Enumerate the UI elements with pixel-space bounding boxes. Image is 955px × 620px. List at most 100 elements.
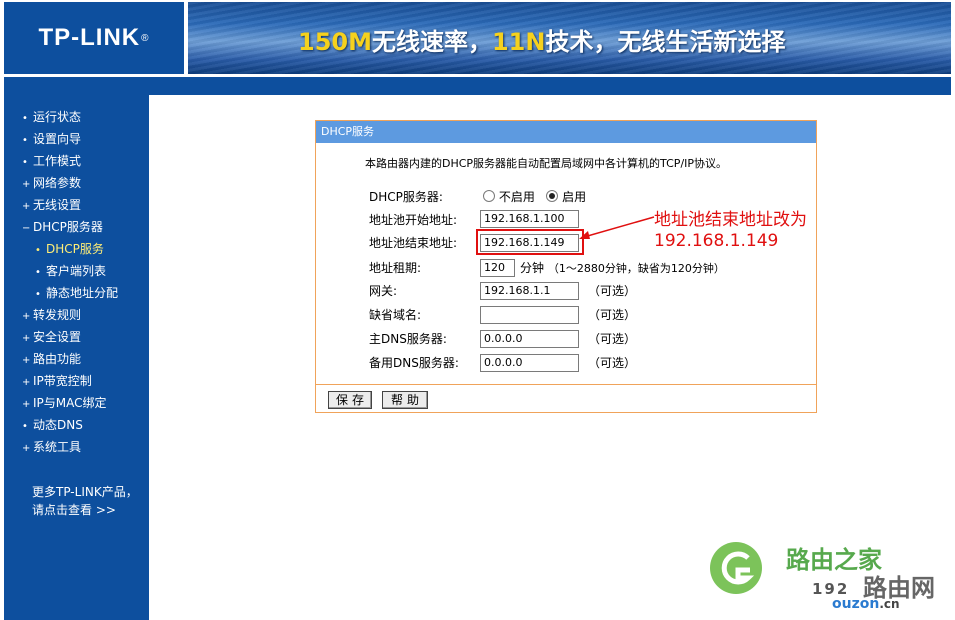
bullet-icon: • [22,157,28,168]
sidebar-item-label: IP与MAC绑定 [33,396,107,410]
sidebar-item-wireless[interactable]: + 无线设置 [22,197,118,219]
watermark-logo-icon [710,542,762,594]
sidebar-item-ddns[interactable]: • 动态DNS [22,417,118,439]
annotation-arrow-icon [579,216,655,239]
sidebar-item-status[interactable]: • 运行状态 [22,109,118,131]
sidebar-item-label: 运行状态 [33,110,82,124]
annotation-line1: 地址池结束地址改为 [654,210,807,230]
save-button[interactable]: 保存 [328,391,372,409]
sidebar-item-label: 静态地址分配 [46,286,119,300]
more-products-line2: 请点击查看 >> [32,503,116,517]
more-products-link[interactable]: 更多TP-LINK产品， 请点击查看 >> [32,483,138,519]
expand-icon: + [22,179,31,190]
lease-label: 地址租期: [369,261,422,275]
gateway-input[interactable]: 192.168.1.1 [480,282,579,300]
dns2-hint: （可选） [588,356,637,370]
domain-label: 缺省域名: [369,308,422,322]
dns1-hint: （可选） [588,332,637,346]
registered-mark: ® [141,32,150,44]
more-products-line1: 更多TP-LINK产品， [32,485,138,499]
top-bar [4,77,951,95]
domain-hint: （可选） [588,308,637,322]
expand-icon: + [22,355,31,366]
dhcp-server-label: DHCP服务器: [369,190,443,204]
sidebar-item-label: 安全设置 [33,330,82,344]
dns1-label: 主DNS服务器: [369,332,447,346]
sidebar-item-label: 转发规则 [33,308,82,322]
bullet-icon: • [35,289,41,300]
banner-slogan-part4: 技术，无线生活新选择 [545,28,786,56]
dhcp-settings-panel: DHCP服务 本路由器内建的DHCP服务器能自动配置局域网中各计算机的TCP/I… [315,120,817,413]
expand-icon: + [22,333,31,344]
sidebar-item-work-mode[interactable]: • 工作模式 [22,153,118,175]
sidebar-item-label: 设置向导 [33,132,82,146]
watermark-domain-tld: .cn [879,597,900,611]
sidebar-item-label: 无线设置 [33,198,82,212]
sidebar-menu: • 运行状态 • 设置向导 • 工作模式 + 网络参数 + 无线设置 − DHCP服务器 •… [22,109,118,461]
help-button[interactable]: 帮助 [382,391,428,409]
sidebar-item-setup-wizard[interactable]: • 设置向导 [22,131,118,153]
sidebar-item-label: 网络参数 [33,176,82,190]
sidebar-item-bandwidth[interactable]: + IP带宽控制 [22,373,118,395]
radio-enable[interactable] [546,190,559,202]
dns1-input[interactable]: 0.0.0.0 [480,330,579,348]
radio-disable[interactable] [483,190,495,202]
panel-footer: 保存 帮助 [316,384,816,413]
gateway-hint: （可选） [588,284,637,298]
watermark-domain: ouzon.cn [832,596,900,612]
radio-enable-label: 启用 [562,190,587,204]
header-banner: 150M无线速率，11N技术，无线生活新选择 [188,2,951,74]
lease-hint: （1～2880分钟，缺省为120分钟） [547,262,725,275]
expand-icon: + [22,311,31,322]
domain-input[interactable] [480,306,579,324]
panel-description: 本路由器内建的DHCP服务器能自动配置局域网中各计算机的TCP/IP协议。 [365,157,728,170]
sidebar-item-ip-mac-binding[interactable]: + IP与MAC绑定 [22,395,118,417]
dns2-label: 备用DNS服务器: [369,356,459,370]
pool-end-label: 地址池结束地址: [369,236,458,250]
lease-unit-hint: 分钟 （1～2880分钟，缺省为120分钟） [520,258,725,279]
banner-slogan-part3: 11N [491,28,546,56]
expand-icon: + [22,377,31,388]
bullet-icon: • [22,421,28,432]
annotation-text: 地址池结束地址改为 192.168.1.149 [654,210,807,252]
sidebar-item-dhcp-service[interactable]: • DHCP服务 [22,241,118,263]
sidebar-item-label: 路由功能 [33,352,82,366]
highlight-box [476,229,584,255]
banner-slogan-part1: 150M [298,28,372,56]
dns2-input[interactable]: 0.0.0.0 [480,354,579,372]
banner-slogan: 150M无线速率，11N技术，无线生活新选择 [298,22,785,57]
pool-start-input[interactable]: 192.168.1.100 [480,210,579,228]
sidebar-item-security[interactable]: + 安全设置 [22,329,118,351]
bullet-icon: • [35,267,41,278]
expand-icon: + [22,201,31,212]
bullet-icon: • [22,135,28,146]
sidebar-item-client-list[interactable]: • 客户端列表 [22,263,118,285]
lease-unit: 分钟 [520,261,545,275]
sidebar-item-static-address[interactable]: • 静态地址分配 [22,285,118,307]
sidebar-item-label: 系统工具 [33,440,82,454]
sidebar-item-label: DHCP服务 [46,242,104,256]
annotation-line2: 192.168.1.149 [654,231,779,251]
sidebar-item-label: 客户端列表 [46,264,107,278]
lease-input[interactable]: 120 [480,259,515,277]
sidebar-item-label: IP带宽控制 [33,374,92,388]
sidebar-item-network[interactable]: + 网络参数 [22,175,118,197]
watermark-domain-main: ouzon [832,596,880,612]
bullet-icon: • [35,245,41,256]
sidebar-item-routing[interactable]: + 路由功能 [22,351,118,373]
logo-text: TP-LINK [38,24,141,51]
sidebar-item-label: 工作模式 [33,154,82,168]
banner-slogan-part2: 无线速率， [371,28,492,56]
bullet-icon: • [22,113,28,124]
sidebar-item-system-tools[interactable]: + 系统工具 [22,439,118,461]
panel-title: DHCP服务 [316,121,816,143]
dhcp-server-options: 不启用 启用 [483,187,586,207]
pool-start-label: 地址池开始地址: [369,213,458,227]
sidebar-item-label: DHCP服务器 [33,220,103,234]
collapse-icon: − [22,223,31,234]
expand-icon: + [22,399,31,410]
sidebar-item-dhcp-server[interactable]: − DHCP服务器 [22,219,118,241]
sidebar-item-forwarding[interactable]: + 转发规则 [22,307,118,329]
expand-icon: + [22,443,31,454]
sidebar: • 运行状态 • 设置向导 • 工作模式 + 网络参数 + 无线设置 − DHCP服务器 •… [4,95,149,620]
